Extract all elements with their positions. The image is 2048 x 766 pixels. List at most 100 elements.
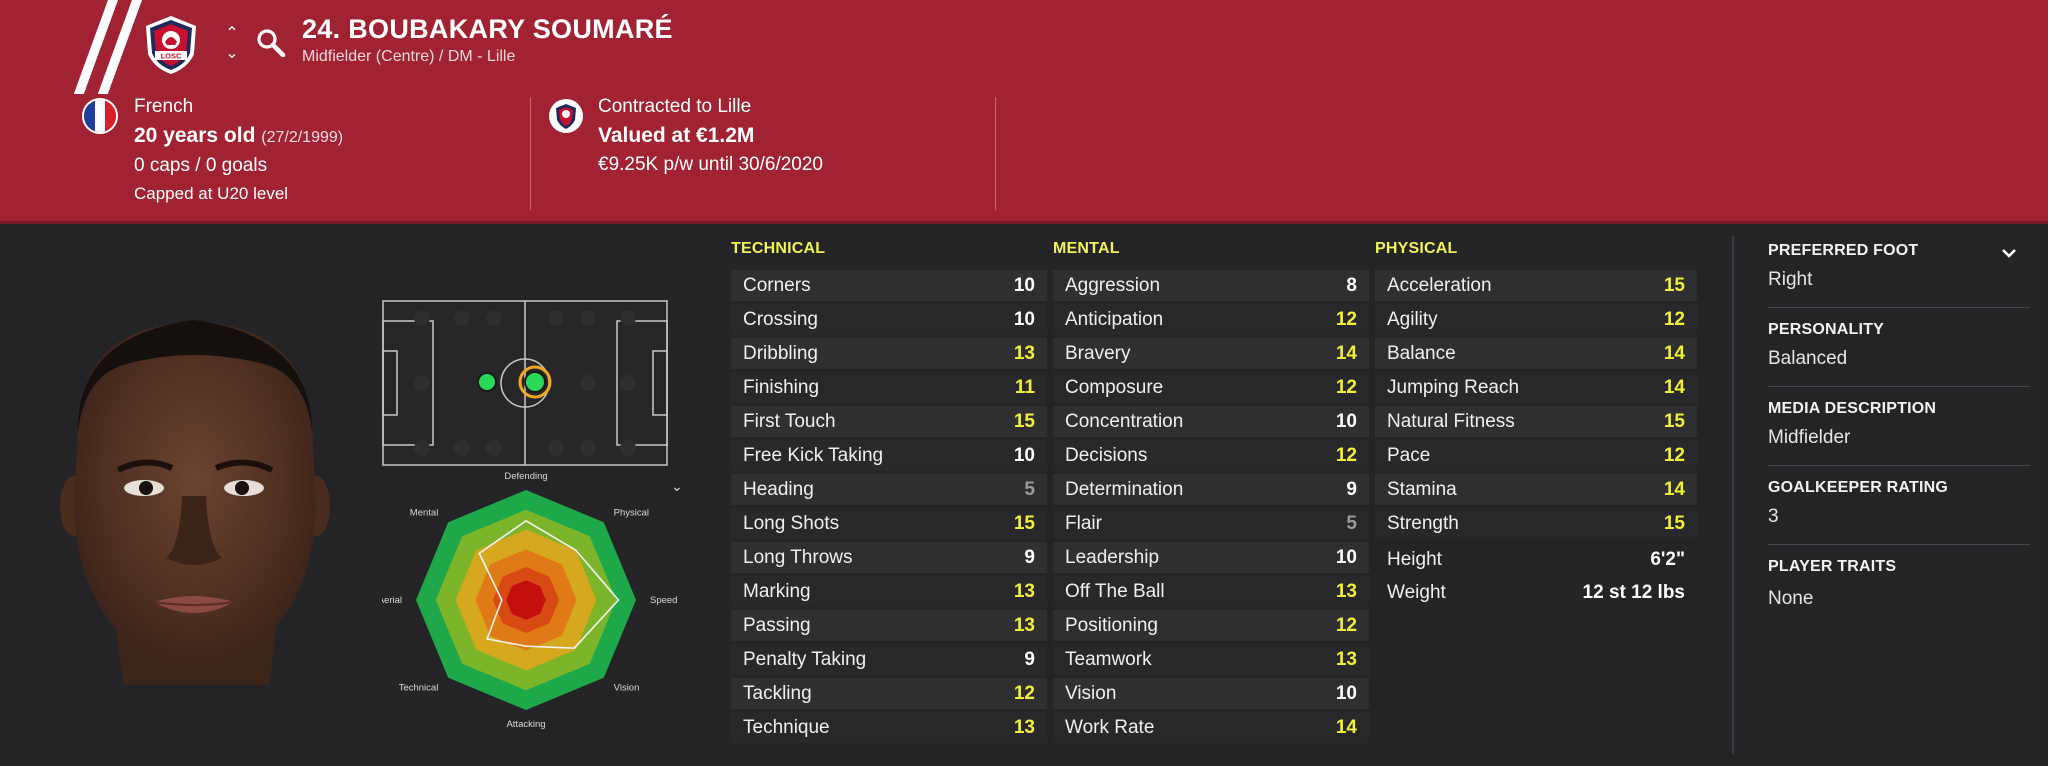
attribute-value: 13 [1335, 648, 1357, 670]
attribute-name: Bravery [1065, 342, 1131, 364]
age-label: 20 years old (27/2/1999) [134, 124, 343, 148]
divider [1768, 544, 2030, 545]
preferred-foot-section[interactable]: PREFERRED FOOT Right [1768, 242, 2028, 291]
attribute-row[interactable]: Heading 5 [731, 474, 1047, 505]
attribute-row[interactable]: Technique 13 [731, 712, 1047, 743]
attribute-row[interactable]: Concentration 10 [1053, 406, 1369, 437]
club-badge-icon[interactable] [548, 98, 584, 134]
attribute-value: 12 [1663, 444, 1685, 466]
radar-axis-label: Speed [650, 595, 677, 606]
radar-axis-label: Defending [504, 471, 547, 482]
attribute-value: 12 [1663, 308, 1685, 330]
header-border [0, 221, 2048, 224]
attribute-row[interactable]: Strength 15 [1375, 508, 1697, 539]
age-value: 20 years old [134, 124, 256, 147]
header-divider [530, 97, 531, 210]
attribute-row[interactable]: Pace 12 [1375, 440, 1697, 471]
attribute-name: Acceleration [1387, 274, 1492, 296]
player-name: 24. BOUBAKARY SOUMARÉ [302, 14, 673, 44]
attribute-row[interactable]: First Touch 15 [731, 406, 1047, 437]
attribute-row[interactable]: Flair 5 [1053, 508, 1369, 539]
attribute-value: 14 [1335, 342, 1357, 364]
height-row: Height 6'2" [1375, 544, 1697, 575]
attribute-row[interactable]: Dribbling 13 [731, 338, 1047, 369]
nationality-label[interactable]: French [134, 96, 193, 118]
attribute-row[interactable]: Bravery 14 [1053, 338, 1369, 369]
attribute-row[interactable]: Anticipation 12 [1053, 304, 1369, 335]
attribute-row[interactable]: Decisions 12 [1053, 440, 1369, 471]
attribute-row[interactable]: Leadership 10 [1053, 542, 1369, 573]
attribute-row[interactable]: Free Kick Taking 10 [731, 440, 1047, 471]
club-crest-icon[interactable]: LOSC [140, 14, 202, 76]
attribute-row[interactable]: Stamina 14 [1375, 474, 1697, 505]
wage-label: €9.25K p/w until 30/6/2020 [598, 154, 824, 175]
divider [1768, 307, 2030, 308]
position-pitch-map[interactable] [382, 300, 668, 466]
player-value-label: Valued at €1.2M [598, 124, 755, 147]
attribute-value: 5 [1024, 478, 1035, 500]
attribute-value: 10 [1335, 410, 1357, 432]
attribute-row[interactable]: Corners 10 [731, 270, 1047, 301]
attribute-name: Agility [1387, 308, 1438, 330]
attribute-value: 15 [1663, 410, 1685, 432]
attribute-name: First Touch [743, 410, 836, 432]
weight-label: Weight [1387, 581, 1446, 603]
secondary-position-dot[interactable] [477, 372, 497, 392]
attribute-name: Flair [1065, 512, 1102, 534]
attribute-row[interactable]: Long Shots 15 [731, 508, 1047, 539]
attribute-value: 10 [1013, 444, 1035, 466]
attribute-row[interactable]: Acceleration 15 [1375, 270, 1697, 301]
panel-chevron-down-icon[interactable] [1998, 242, 2020, 264]
attribute-row[interactable]: Agility 12 [1375, 304, 1697, 335]
personality-value: Balanced [1768, 348, 1848, 369]
attribute-row[interactable]: Long Throws 9 [731, 542, 1047, 573]
contract-block: Contracted to Lille Valued at €1.2M €9.2… [548, 96, 968, 216]
player-navigation: ⌃ ⌄ [222, 24, 242, 66]
attribute-name: Work Rate [1065, 716, 1155, 738]
france-flag-icon[interactable] [82, 98, 118, 134]
attribute-row[interactable]: Work Rate 14 [1053, 712, 1369, 743]
attribute-name: Concentration [1065, 410, 1184, 432]
attribute-row[interactable]: Crossing 10 [731, 304, 1047, 335]
attribute-name: Pace [1387, 444, 1431, 466]
search-icon[interactable] [256, 28, 286, 58]
radar-axis-label: Technical [399, 683, 439, 694]
attribute-row[interactable]: Penalty Taking 9 [731, 644, 1047, 675]
attribute-row[interactable]: Aggression 8 [1053, 270, 1369, 301]
attribute-value: 12 [1335, 308, 1357, 330]
next-player-chevron-down-icon[interactable]: ⌄ [222, 44, 242, 64]
caps-label: 0 caps / 0 goals [134, 155, 268, 176]
attribute-name: Strength [1387, 512, 1459, 534]
attribute-value: 15 [1013, 410, 1035, 432]
attribute-row[interactable]: Positioning 12 [1053, 610, 1369, 641]
attribute-row[interactable]: Determination 9 [1053, 474, 1369, 505]
attribute-row[interactable]: Composure 12 [1053, 372, 1369, 403]
header-divider [995, 97, 996, 210]
attribute-value: 13 [1013, 580, 1035, 602]
primary-position-dot[interactable] [524, 371, 546, 393]
attribute-value: 14 [1663, 342, 1685, 364]
attribute-row[interactable]: Passing 13 [731, 610, 1047, 641]
attribute-row[interactable]: Tackling 12 [731, 678, 1047, 709]
attribute-row[interactable]: Teamwork 13 [1053, 644, 1369, 675]
date-of-birth: (27/2/1999) [261, 129, 344, 146]
attribute-row[interactable]: Finishing 11 [731, 372, 1047, 403]
attribute-row[interactable]: Natural Fitness 15 [1375, 406, 1697, 437]
contract-club-label[interactable]: Contracted to Lille [598, 96, 751, 118]
attribute-row[interactable]: Balance 14 [1375, 338, 1697, 369]
attribute-name: Long Shots [743, 512, 840, 534]
attribute-row[interactable]: Jumping Reach 14 [1375, 372, 1697, 403]
weight-value: 12 st 12 lbs [1582, 581, 1685, 603]
attribute-value: 8 [1346, 274, 1357, 296]
attribute-value: 15 [1663, 512, 1685, 534]
attribute-value: 12 [1013, 682, 1035, 704]
previous-player-chevron-up-icon[interactable]: ⌃ [222, 24, 242, 44]
attribute-row[interactable]: Marking 13 [731, 576, 1047, 607]
attribute-row[interactable]: Vision 10 [1053, 678, 1369, 709]
attribute-value: 15 [1663, 274, 1685, 296]
attribute-name: Long Throws [743, 546, 853, 568]
goalkeeper-rating-title: GOALKEEPER RATING [1768, 479, 1949, 496]
attribute-radar-chart: Defending Physical Speed Vision Attacking Tec… [382, 471, 677, 730]
attribute-row[interactable]: Off The Ball 13 [1053, 576, 1369, 607]
media-description-value: Midfielder [1768, 427, 1851, 448]
